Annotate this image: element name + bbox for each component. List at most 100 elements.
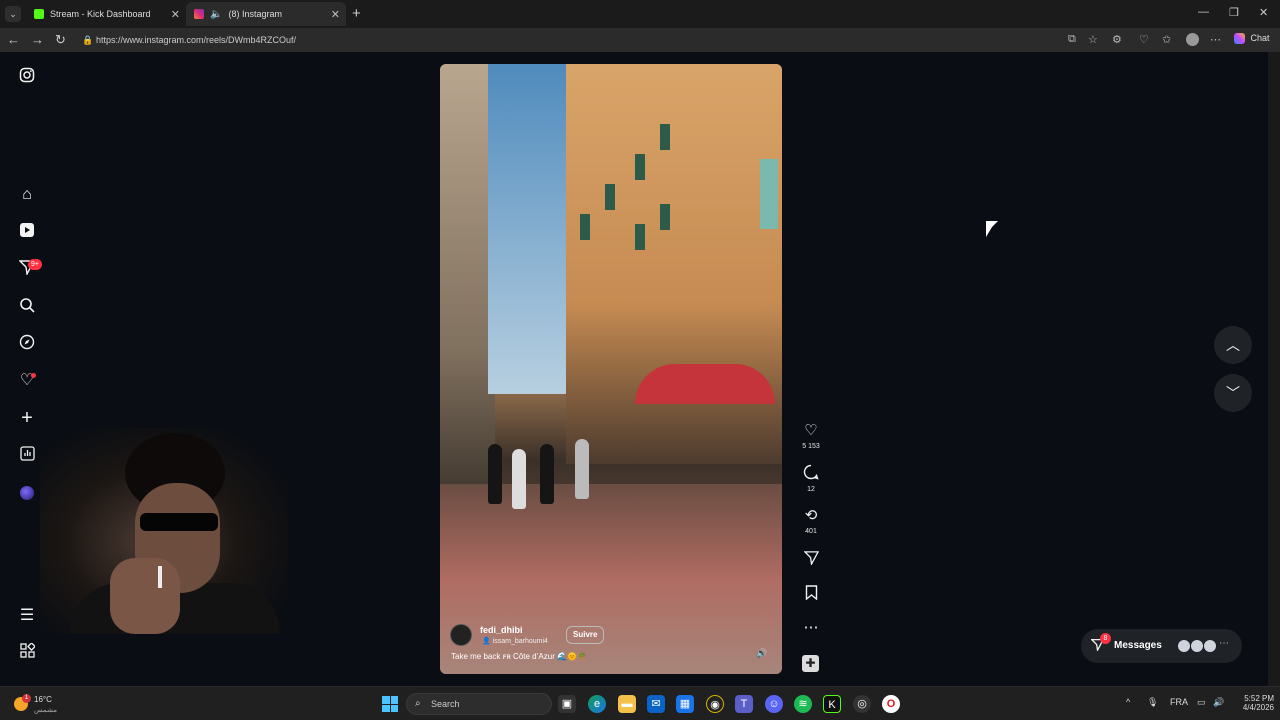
reel-video[interactable] bbox=[440, 64, 782, 674]
kick-icon bbox=[34, 9, 44, 19]
task-view-icon[interactable]: ▣ bbox=[558, 695, 576, 713]
window-close-icon[interactable]: ✕ bbox=[1259, 6, 1268, 19]
next-reel-chevron-down-icon[interactable]: ﹀ bbox=[1214, 374, 1252, 412]
app-icon[interactable]: ◉ bbox=[706, 695, 724, 713]
copilot-icon bbox=[1234, 33, 1245, 45]
windows-start-icon[interactable] bbox=[382, 696, 398, 712]
like-heart-icon[interactable]: ♡ bbox=[801, 422, 821, 440]
speaker-icon[interactable]: 🔈 bbox=[210, 9, 222, 20]
tab-title: (8) Instagram bbox=[228, 9, 282, 19]
teams-icon[interactable]: T bbox=[735, 695, 753, 713]
share-icon[interactable] bbox=[801, 550, 821, 568]
more-options-icon[interactable]: ⋯ bbox=[801, 619, 821, 637]
opera-icon[interactable]: O bbox=[882, 695, 900, 713]
close-icon[interactable]: ✕ bbox=[171, 8, 180, 21]
conversation-avatar bbox=[1177, 639, 1191, 653]
reel-collab-user[interactable]: 👤 issam_barhoumi4 bbox=[482, 637, 548, 645]
more-options-icon[interactable]: ⋯ bbox=[1210, 33, 1221, 46]
save-bookmark-icon[interactable] bbox=[801, 585, 821, 603]
input-language[interactable]: FRA bbox=[1170, 697, 1188, 707]
browser-essentials-icon[interactable]: ♡ bbox=[1139, 33, 1149, 46]
store-icon[interactable]: ▦ bbox=[676, 695, 694, 713]
profile-avatar[interactable] bbox=[1186, 33, 1199, 46]
repost-icon[interactable]: ⟲ bbox=[801, 507, 821, 525]
instagram-logo-icon[interactable] bbox=[17, 67, 37, 87]
kick-app-icon[interactable]: K bbox=[823, 695, 841, 713]
spotify-icon[interactable]: ≋ bbox=[794, 695, 812, 713]
reel-author-avatar[interactable] bbox=[450, 624, 472, 646]
search-icon[interactable] bbox=[17, 297, 37, 317]
site-info-icon[interactable]: 🔒 bbox=[82, 31, 93, 49]
reposts-count: 401 bbox=[805, 528, 817, 535]
weather-condition: مشمس bbox=[34, 707, 57, 714]
chat-label: Chat bbox=[1250, 33, 1270, 43]
obs-icon[interactable]: ◎ bbox=[853, 695, 871, 713]
taskbar-search-box[interactable]: ⌕ Search bbox=[406, 693, 552, 715]
notifications-badge: 9+ bbox=[28, 259, 42, 270]
file-explorer-icon[interactable]: ▬ bbox=[618, 695, 636, 713]
previous-reel-chevron-up-icon[interactable]: ︿ bbox=[1214, 326, 1252, 364]
more-conversations-icon: ⋯ bbox=[1219, 638, 1229, 649]
likes-count: 5 153 bbox=[802, 443, 820, 450]
messages-label: Messages bbox=[1114, 640, 1162, 651]
new-tab-icon[interactable]: + bbox=[352, 5, 361, 22]
also-from-meta-icon[interactable] bbox=[17, 642, 37, 663]
comments-count: 12 bbox=[807, 486, 815, 493]
split-screen-icon[interactable]: ⧉ bbox=[1068, 33, 1076, 46]
conversation-avatar bbox=[1190, 639, 1204, 653]
reel-author-username[interactable]: fedi_dhibi bbox=[480, 625, 523, 635]
microphone-icon[interactable]: 🎙 bbox=[1147, 697, 1158, 708]
volume-icon[interactable]: 🔊 bbox=[756, 648, 767, 659]
edge-browser-icon[interactable]: e bbox=[588, 695, 606, 713]
favorite-star-icon[interactable]: ☆ bbox=[1088, 33, 1098, 46]
page-scrollbar[interactable] bbox=[1268, 52, 1280, 686]
messages-button[interactable]: 8 Messages ⋯ bbox=[1081, 629, 1242, 663]
address-input[interactable]: 🔒 https://www.instagram.com/reels/DWmb4R… bbox=[78, 31, 1058, 49]
tab-actions-menu-icon[interactable]: ⌄ bbox=[5, 6, 21, 22]
reel-caption: Take me back ꜰʀ Côte d’Azur 🌊🌞🌴 bbox=[451, 652, 587, 661]
extensions-icon[interactable]: ⚙ bbox=[1112, 33, 1122, 46]
tab-title: Stream - Kick Dashboard bbox=[50, 9, 151, 19]
tab-kick-dashboard[interactable]: Stream - Kick Dashboard ✕ bbox=[26, 2, 186, 26]
forward-icon[interactable]: → bbox=[31, 32, 44, 47]
follow-button[interactable]: Suivre bbox=[566, 626, 605, 644]
explore-icon[interactable] bbox=[17, 334, 37, 354]
search-placeholder: Search bbox=[431, 699, 460, 709]
notification-dot bbox=[31, 373, 36, 378]
user-icon: 👤 bbox=[482, 638, 493, 645]
url-text: https://www.instagram.com/reels/DWmb4RZC… bbox=[96, 35, 297, 45]
search-icon: ⌕ bbox=[415, 698, 421, 709]
mouse-cursor bbox=[986, 221, 998, 237]
discord-icon[interactable]: ☺ bbox=[765, 695, 783, 713]
tab-instagram[interactable]: 🔈 (8) Instagram ✕ bbox=[186, 2, 346, 26]
more-menu-icon[interactable]: ☰ bbox=[17, 606, 37, 626]
temperature: 16°C bbox=[34, 695, 52, 704]
show-hidden-icons-chevron-icon[interactable]: ^ bbox=[1126, 697, 1130, 707]
address-toolbar: ← → ↻ 🔒 https://www.instagram.com/reels/… bbox=[0, 28, 1280, 52]
dashboard-icon[interactable] bbox=[17, 446, 37, 466]
comment-icon[interactable] bbox=[801, 464, 821, 482]
system-clock[interactable]: 5:52 PM 4/4/2026 bbox=[1232, 694, 1274, 712]
instagram-icon bbox=[194, 9, 204, 19]
restore-icon[interactable]: ❐ bbox=[1229, 6, 1239, 19]
network-icon[interactable]: ▭ bbox=[1197, 697, 1206, 708]
home-icon[interactable]: ⌂ bbox=[17, 185, 37, 205]
create-icon[interactable]: + bbox=[17, 408, 37, 428]
outlook-icon[interactable]: ✉ bbox=[647, 695, 665, 713]
favorites-icon[interactable]: ✩ bbox=[1162, 33, 1171, 46]
conversation-avatar bbox=[1203, 639, 1217, 653]
volume-icon[interactable]: 🔊 bbox=[1213, 697, 1224, 708]
windows-taskbar: 1 16°C مشمس ⌕ Search ▣ e ▬ ✉ ▦ ◉ T ☺ ≋ K… bbox=[0, 686, 1280, 720]
messages-badge: 8 bbox=[1100, 633, 1111, 644]
webcam-overlay bbox=[40, 428, 288, 634]
audio-track-thumbnail[interactable]: ✚ bbox=[802, 655, 819, 672]
copilot-chat-button[interactable]: Chat bbox=[1234, 33, 1270, 45]
profile-avatar[interactable] bbox=[20, 486, 34, 500]
reels-icon[interactable] bbox=[17, 222, 37, 242]
clock-time: 5:52 PM bbox=[1244, 694, 1274, 703]
close-icon[interactable]: ✕ bbox=[331, 8, 340, 21]
collab-username: issam_barhoumi4 bbox=[492, 638, 548, 645]
back-icon[interactable]: ← bbox=[7, 32, 20, 47]
minimize-icon[interactable]: — bbox=[1198, 6, 1209, 18]
reload-icon[interactable]: ↻ bbox=[55, 32, 66, 48]
